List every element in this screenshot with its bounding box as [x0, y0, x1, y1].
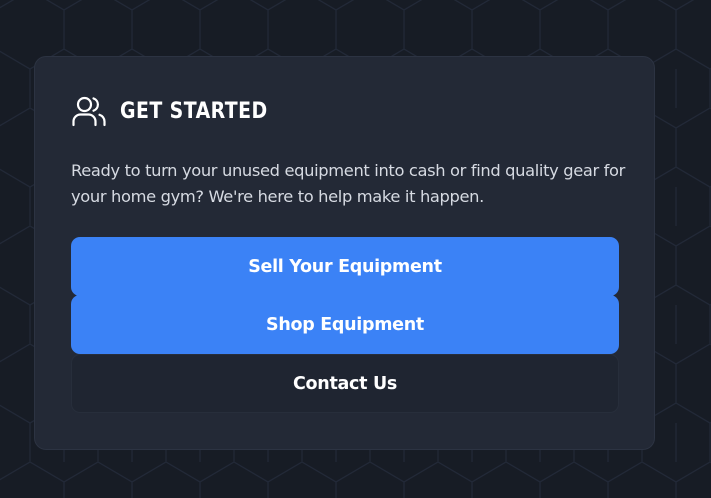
card-description: Ready to turn your unused equipment into…	[71, 161, 626, 206]
get-started-card: GET STARTED Ready to turn your unused eq…	[34, 56, 655, 450]
sell-equipment-button[interactable]: Sell Your Equipment	[71, 237, 619, 296]
card-header: GET STARTED	[72, 95, 292, 127]
contact-us-button[interactable]: Contact Us	[71, 354, 619, 413]
shop-equipment-button[interactable]: Shop Equipment	[71, 295, 619, 354]
users-icon	[72, 96, 106, 127]
card-title: GET STARTED	[120, 98, 268, 124]
